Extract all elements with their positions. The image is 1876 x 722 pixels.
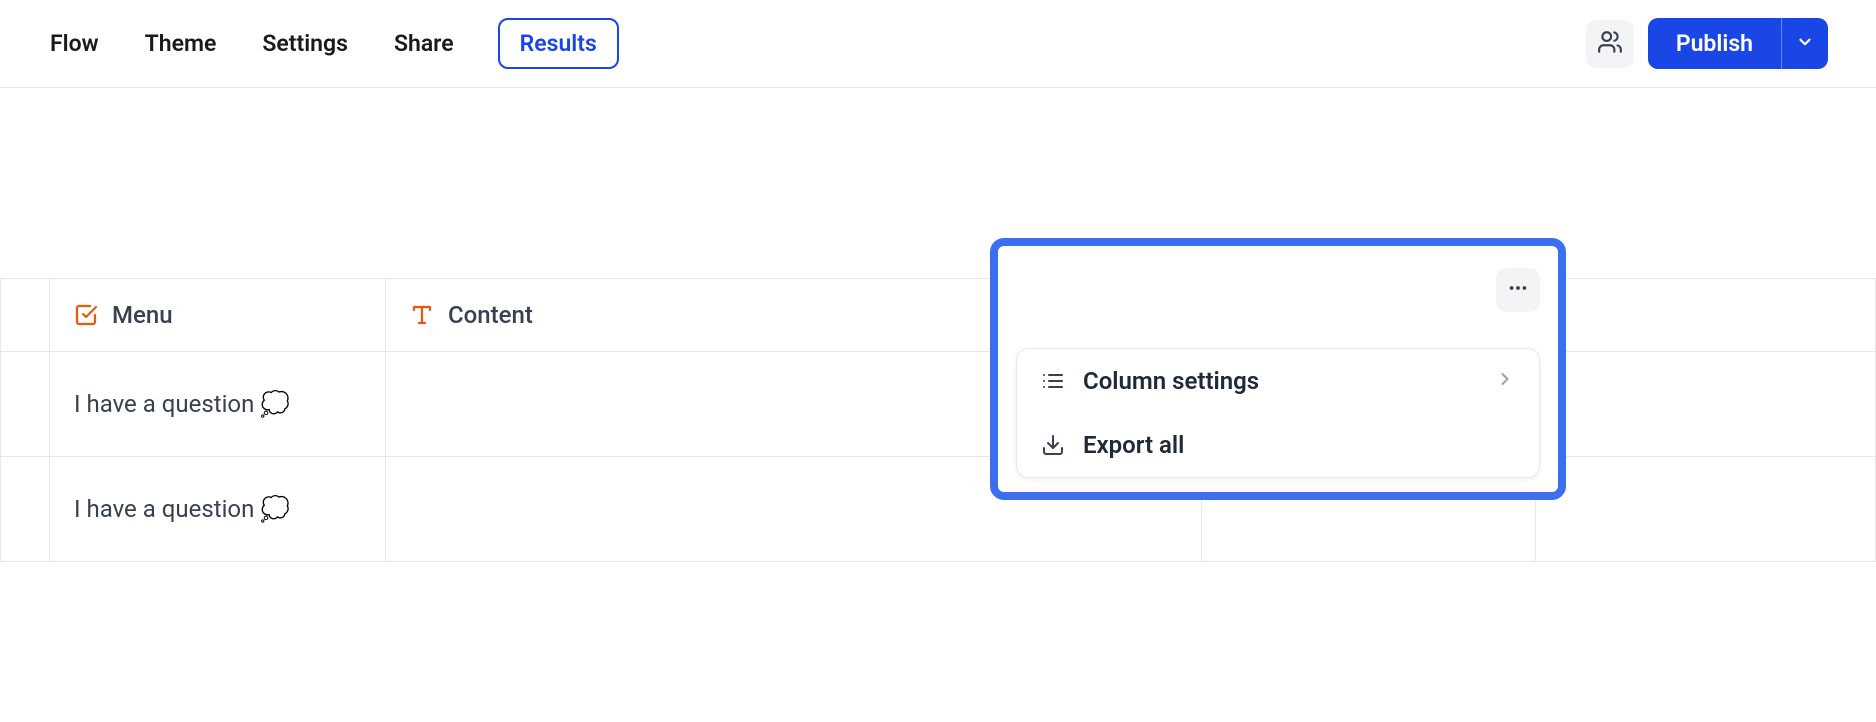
dropdown-item-label: Export all bbox=[1083, 431, 1184, 459]
table-row[interactable]: I have a question 💭 bbox=[1, 352, 1876, 457]
more-options-dropdown: Column settings Export all bbox=[1016, 348, 1540, 478]
nav-tab-results[interactable]: Results bbox=[498, 18, 619, 69]
check-square-icon bbox=[74, 303, 98, 327]
column-header-label: Menu bbox=[112, 301, 173, 329]
highlight-callout: Column settings Export all bbox=[990, 238, 1566, 500]
nav-tab-flow[interactable]: Flow bbox=[48, 26, 101, 61]
table-gutter-header bbox=[1, 279, 50, 352]
column-header-menu[interactable]: Menu bbox=[50, 279, 386, 352]
publish-button-group: Publish bbox=[1648, 18, 1828, 69]
nav-tab-theme[interactable]: Theme bbox=[143, 26, 219, 61]
publish-button[interactable]: Publish bbox=[1648, 18, 1781, 69]
cell-text: I have a question 💭 bbox=[74, 495, 290, 523]
more-horizontal-icon bbox=[1507, 277, 1529, 303]
download-icon bbox=[1041, 433, 1065, 457]
column-header-label: Content bbox=[448, 301, 533, 329]
results-table: Menu Content bbox=[0, 278, 1876, 562]
publish-dropdown-button[interactable] bbox=[1781, 18, 1828, 69]
dropdown-item-export-all[interactable]: Export all bbox=[1017, 413, 1539, 477]
more-options-button[interactable] bbox=[1496, 268, 1540, 312]
nav-tab-settings[interactable]: Settings bbox=[260, 26, 350, 61]
chevron-down-icon bbox=[1796, 33, 1814, 55]
text-icon bbox=[410, 303, 434, 327]
row-gutter bbox=[1, 457, 50, 562]
cell-empty[interactable] bbox=[1536, 352, 1876, 457]
table-row[interactable]: I have a question 💭 bbox=[1, 457, 1876, 562]
top-nav-bar: Flow Theme Settings Share Results Publis… bbox=[0, 0, 1876, 88]
collaborators-button[interactable] bbox=[1586, 20, 1634, 68]
cell-empty[interactable] bbox=[1536, 457, 1876, 562]
cell-text: I have a question 💭 bbox=[74, 390, 290, 418]
cell-menu[interactable]: I have a question 💭 bbox=[50, 352, 386, 457]
nav-tab-share[interactable]: Share bbox=[392, 26, 456, 61]
cell-menu[interactable]: I have a question 💭 bbox=[50, 457, 386, 562]
list-icon bbox=[1041, 369, 1065, 393]
dropdown-item-label: Column settings bbox=[1083, 367, 1259, 395]
dropdown-item-column-settings[interactable]: Column settings bbox=[1017, 349, 1539, 413]
column-header-empty-2[interactable] bbox=[1536, 279, 1876, 352]
chevron-right-icon bbox=[1495, 367, 1515, 395]
nav-tabs: Flow Theme Settings Share Results bbox=[48, 18, 619, 69]
users-icon bbox=[1597, 29, 1623, 59]
results-content: Menu Content bbox=[0, 88, 1876, 562]
row-gutter bbox=[1, 352, 50, 457]
top-actions: Publish bbox=[1586, 18, 1828, 69]
